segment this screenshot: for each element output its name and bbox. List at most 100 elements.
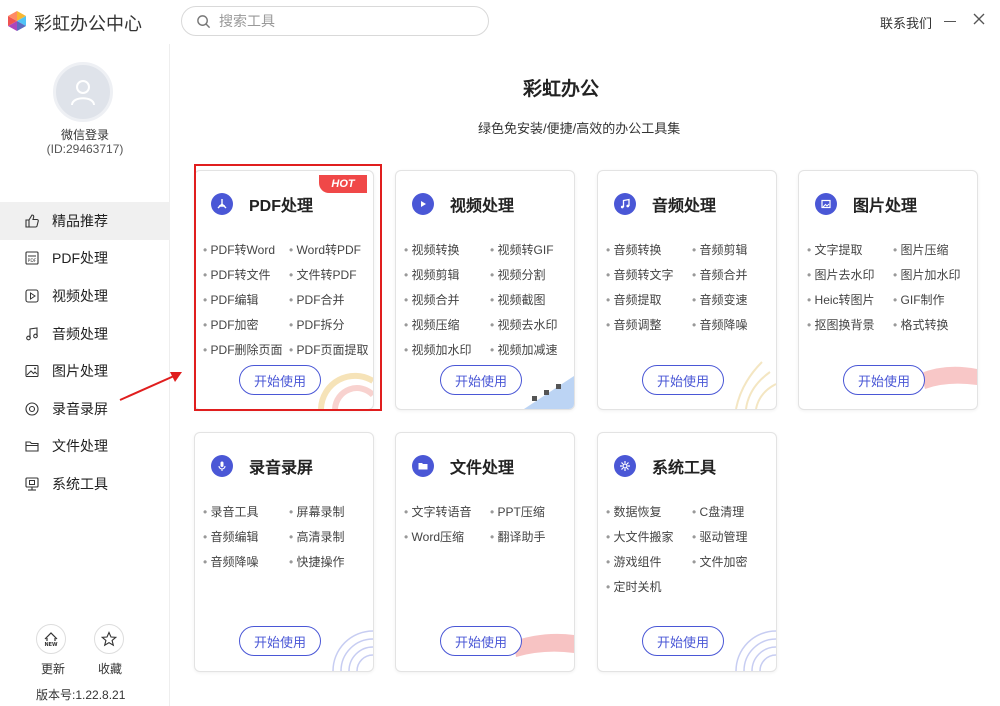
tool-item[interactable]: Heic转图片 (807, 291, 893, 308)
sidebar-item-system[interactable]: 系统工具 (0, 465, 170, 503)
card-title: 录音录屏 (249, 460, 314, 477)
sidebar-item-label: 视频处理 (52, 287, 108, 304)
tool-item[interactable]: 翻译助手 (490, 528, 574, 545)
page-subtitle: 绿色免安装/便捷/高效的办公工具集 (478, 121, 681, 136)
tool-list: 录音工具 屏幕录制 音频编辑 高清录制 音频降噪 快捷操作 (203, 503, 373, 570)
tool-item[interactable]: 屏幕录制 (289, 503, 373, 520)
start-button[interactable]: 开始使用 (440, 365, 522, 395)
sidebar-item-recommended[interactable]: 精品推荐 (0, 202, 170, 240)
play-icon (412, 193, 434, 215)
new-update-icon: NEW (44, 632, 58, 648)
image-icon (25, 365, 39, 378)
tool-item[interactable]: 数据恢复 (606, 503, 692, 520)
tool-list: 视频转换 视频转GIF 视频剪辑 视频分割 视频合并 视频截图 视频压缩 视频去… (404, 241, 574, 358)
annotation-arrow-icon (119, 372, 182, 401)
tool-item[interactable]: 视频转GIF (490, 241, 574, 258)
wechat-login-link[interactable]: 微信登录 (0, 126, 170, 143)
tool-item[interactable]: 音频合并 (692, 266, 776, 283)
tool-item[interactable]: 大文件搬家 (606, 528, 692, 545)
favorite-label: 收藏 (98, 662, 123, 676)
tool-item[interactable]: 音频转换 (606, 241, 692, 258)
tool-item[interactable]: 图片加水印 (893, 266, 977, 283)
tool-item[interactable]: 音频降噪 (203, 553, 289, 570)
tool-item[interactable]: 游戏组件 (606, 553, 692, 570)
tool-item[interactable]: 图片去水印 (807, 266, 893, 283)
tool-item[interactable]: 高清录制 (289, 528, 373, 545)
tool-item[interactable]: 视频压缩 (404, 316, 490, 333)
sidebar-item-label: 文件处理 (52, 438, 108, 455)
card-decoration (735, 361, 776, 409)
tool-item[interactable]: 音频转文字 (606, 266, 692, 283)
tool-item[interactable]: 文件加密 (692, 553, 776, 570)
update-button[interactable]: NEW (36, 624, 66, 654)
start-button[interactable]: 开始使用 (642, 365, 724, 395)
tool-list: 数据恢复 C盘清理 大文件搬家 驱动管理 游戏组件 文件加密 定时关机 (606, 503, 776, 595)
search-input[interactable] (219, 13, 469, 29)
svg-text:NEW: NEW (44, 642, 58, 648)
update-label: 更新 (41, 662, 66, 676)
tool-item[interactable]: 格式转换 (893, 316, 977, 333)
tool-item[interactable]: C盘清理 (692, 503, 776, 520)
tool-item[interactable]: 视频合并 (404, 291, 490, 308)
tool-item[interactable]: 驱动管理 (692, 528, 776, 545)
card-decoration (921, 366, 977, 389)
favorite-button[interactable] (94, 624, 124, 654)
tool-item[interactable]: 音频降噪 (692, 316, 776, 333)
tool-item[interactable]: 视频分割 (490, 266, 574, 283)
tool-item[interactable]: 音频调整 (606, 316, 692, 333)
tool-item[interactable]: 视频加减速 (490, 341, 574, 358)
sidebar-nav: 精品推荐 PDF PDF处理 视频处理 音频处理 图片处理 录音录屏 文件处理 (0, 202, 170, 503)
sidebar-item-audio[interactable]: 音频处理 (0, 315, 170, 353)
tool-item[interactable]: 音频剪辑 (692, 241, 776, 258)
start-button[interactable]: 开始使用 (843, 365, 925, 395)
tool-item[interactable]: 定时关机 (606, 578, 692, 595)
tool-item[interactable]: Word压缩 (404, 528, 490, 545)
sidebar-item-label: 音频处理 (52, 325, 108, 342)
tool-item[interactable]: 图片压缩 (893, 241, 977, 258)
pdf-icon: PDF (25, 251, 39, 265)
tool-item[interactable]: 视频剪辑 (404, 266, 490, 283)
monitor-icon (25, 477, 39, 491)
tool-list: 音频转换 音频剪辑 音频转文字 音频合并 音频提取 音频变速 音频调整 音频降噪 (606, 241, 776, 333)
sidebar-item-pdf[interactable]: PDF PDF处理 (0, 240, 170, 278)
tool-item[interactable]: 视频转换 (404, 241, 490, 258)
contact-us-link[interactable]: 联系我们 (880, 13, 932, 32)
card-video[interactable]: 视频处理 视频转换 视频转GIF 视频剪辑 视频分割 视频合并 视频截图 视频压… (395, 170, 575, 410)
avatar[interactable] (53, 62, 113, 122)
tool-item[interactable]: 音频变速 (692, 291, 776, 308)
app-title: 彩虹办公中心 (34, 14, 142, 34)
sidebar-item-video[interactable]: 视频处理 (0, 277, 170, 315)
page-title: 彩虹办公 (523, 79, 600, 100)
card-file[interactable]: 文件处理 文字转语音 PPT压缩 Word压缩 翻译助手 开始使用 (395, 432, 575, 672)
tool-item[interactable]: 视频去水印 (490, 316, 574, 333)
tool-item[interactable]: 录音工具 (203, 503, 289, 520)
card-decoration (332, 630, 373, 671)
rainbow-logo-icon (8, 11, 26, 31)
card-image[interactable]: 图片处理 文字提取 图片压缩 图片去水印 图片加水印 Heic转图片 GIF制作… (798, 170, 978, 410)
tool-item[interactable]: 音频提取 (606, 291, 692, 308)
start-button[interactable]: 开始使用 (239, 626, 321, 656)
search-box[interactable] (181, 6, 489, 36)
card-title: 系统工具 (652, 460, 717, 477)
close-icon[interactable] (971, 11, 987, 27)
sidebar-item-label: PDF处理 (52, 250, 108, 267)
tool-item[interactable]: 文字转语音 (404, 503, 490, 520)
start-button[interactable]: 开始使用 (440, 626, 522, 656)
gear-icon (614, 455, 636, 477)
tool-item[interactable]: 快捷操作 (289, 553, 373, 570)
tool-item[interactable]: PPT压缩 (490, 503, 574, 520)
tool-item[interactable]: 音频编辑 (203, 528, 289, 545)
tool-item[interactable]: 文字提取 (807, 241, 893, 258)
start-button[interactable]: 开始使用 (642, 626, 724, 656)
card-system[interactable]: 系统工具 数据恢复 C盘清理 大文件搬家 驱动管理 游戏组件 文件加密 定时关机… (597, 432, 777, 672)
tool-item[interactable]: 视频截图 (490, 291, 574, 308)
tool-item[interactable]: GIF制作 (893, 291, 977, 308)
tool-item[interactable]: 视频加水印 (404, 341, 490, 358)
card-audio[interactable]: 音频处理 音频转换 音频剪辑 音频转文字 音频合并 音频提取 音频变速 音频调整… (597, 170, 777, 410)
tool-item[interactable]: 抠图换背景 (807, 316, 893, 333)
folder-icon (25, 441, 39, 452)
card-title: 视频处理 (450, 198, 515, 215)
minimize-icon[interactable] (944, 21, 956, 22)
card-recording[interactable]: 录音录屏 录音工具 屏幕录制 音频编辑 高清录制 音频降噪 快捷操作 开始使用 (194, 432, 374, 672)
sidebar-item-file[interactable]: 文件处理 (0, 428, 170, 466)
